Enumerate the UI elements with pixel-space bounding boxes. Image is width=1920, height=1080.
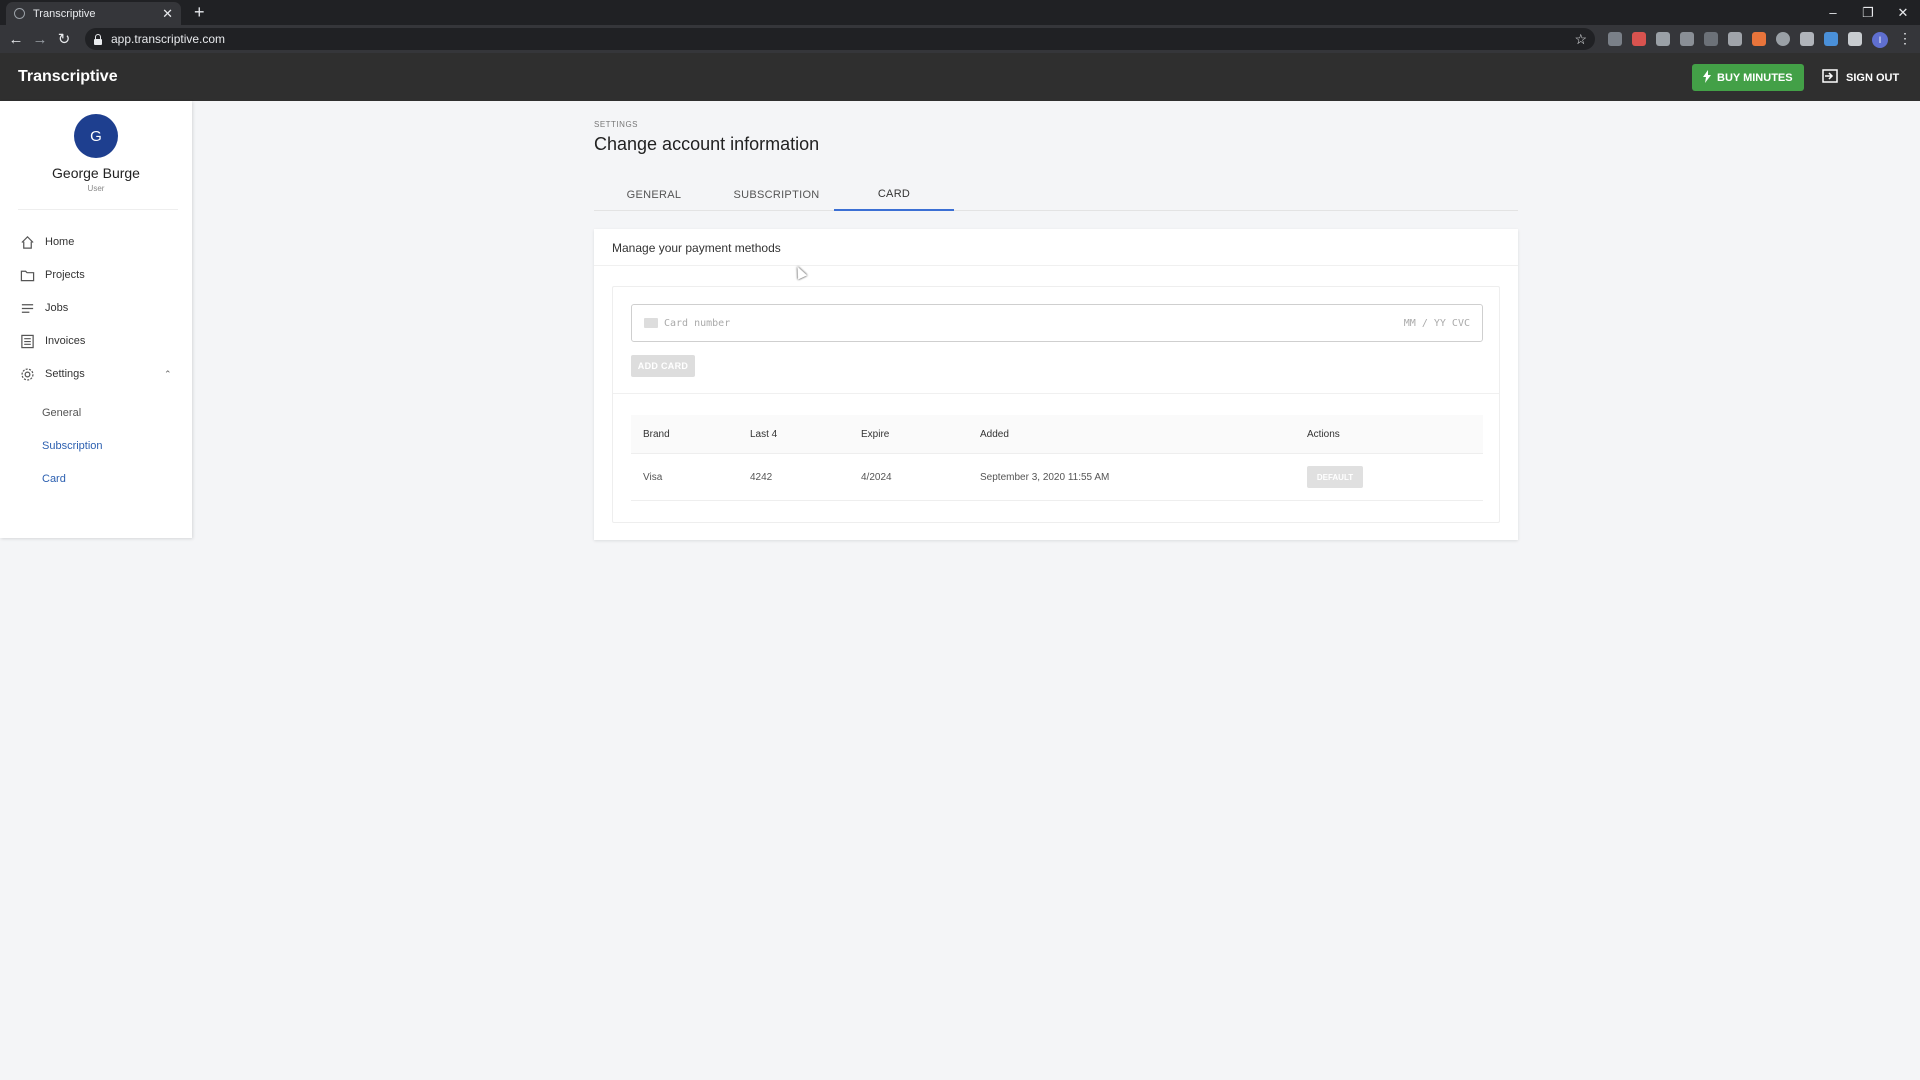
app-brand[interactable]: Transcriptive	[18, 68, 118, 86]
cloud-extension-icon[interactable]	[1704, 32, 1718, 46]
browser-toolbar: ← → ↻ app.transcriptive.com ☆	[0, 25, 1920, 53]
new-tab-button[interactable]: +	[194, 2, 205, 22]
browser-tab-strip: Transcriptive ✕ + – ❐ ✕	[0, 0, 1920, 25]
close-window-icon[interactable]: ✕	[1888, 0, 1918, 25]
page-title: Change account information	[594, 134, 820, 154]
sign-out-icon	[1822, 69, 1838, 86]
minimize-icon[interactable]: –	[1818, 0, 1848, 25]
sidebar-item-label: Settings	[45, 368, 85, 380]
column-last4: Last 4	[750, 428, 778, 440]
address-bar[interactable]: app.transcriptive.com ☆	[85, 28, 1595, 50]
sidebar-item-settings[interactable]: Settings	[20, 365, 85, 383]
sidebar-item-label: Invoices	[45, 335, 86, 347]
sidebar-subitem-card[interactable]: Card	[42, 473, 66, 485]
shield-extension-icon[interactable]	[1608, 32, 1622, 46]
card-section-title: Manage your payment methods	[612, 241, 781, 255]
settings-tabs: GENERAL SUBSCRIPTION CARD	[594, 178, 1518, 211]
gear-icon	[21, 367, 34, 381]
sidebar-item-home[interactable]: Home	[20, 233, 74, 251]
sidebar-subitem-subscription[interactable]: Subscription	[42, 440, 103, 452]
table-header: Brand Last 4 Expire Added Actions	[631, 415, 1483, 454]
sidebar-item-label: Jobs	[45, 302, 69, 314]
tag-extension-icon[interactable]	[1728, 32, 1742, 46]
cell-brand: Visa	[643, 471, 663, 483]
bookmark-star-icon[interactable]: ☆	[1574, 31, 1595, 48]
cell-last4: 4242	[750, 471, 773, 483]
panel-divider	[613, 393, 1499, 394]
profile-avatar[interactable]: I	[1872, 32, 1888, 48]
folder-icon	[20, 270, 35, 281]
circle-extension-icon[interactable]	[1776, 32, 1790, 46]
browser-menu-icon[interactable]: ⋮	[1898, 30, 1912, 47]
buy-minutes-button[interactable]: BUY MINUTES	[1692, 64, 1804, 91]
column-actions: Actions	[1307, 428, 1340, 440]
column-brand: Brand	[643, 428, 670, 440]
sidebar: G George Burge User Home Projects Jobs I…	[0, 101, 192, 538]
default-button[interactable]: DEFAULT	[1307, 466, 1363, 488]
cell-actions: DEFAULT	[1307, 454, 1363, 500]
sidebar-item-invoices[interactable]: Invoices	[20, 332, 85, 350]
forward-icon[interactable]: →	[30, 29, 50, 49]
sidebar-item-label: Projects	[45, 269, 85, 281]
cell-expire: 4/2024	[861, 471, 892, 483]
cell-added: September 3, 2020 11:55 AM	[980, 471, 1110, 483]
pen-extension-icon[interactable]	[1752, 32, 1766, 46]
reload-icon[interactable]: ↻	[54, 29, 74, 49]
sign-out-label: SIGN OUT	[1846, 71, 1900, 84]
credit-card-icon	[644, 318, 658, 328]
user-role: User	[87, 184, 105, 193]
close-tab-icon[interactable]: ✕	[162, 7, 173, 20]
list-icon	[21, 303, 34, 313]
back-icon[interactable]: ←	[6, 29, 26, 49]
browser-tab[interactable]: Transcriptive ✕	[6, 2, 181, 25]
audio-extension-icon[interactable]	[1824, 32, 1838, 46]
tab-subscription[interactable]: SUBSCRIPTION	[714, 178, 839, 211]
avatar: G	[74, 114, 118, 158]
lock-icon	[93, 33, 103, 45]
puzzle-extensions-icon[interactable]	[1848, 32, 1862, 46]
payment-methods-card: Manage your payment methods Card number …	[594, 229, 1518, 540]
app-header: Transcriptive BUY MINUTES SIGN OUT	[0, 53, 1920, 101]
card-number-placeholder: Card number	[664, 317, 731, 329]
sidebar-item-label: Home	[45, 236, 75, 248]
url-text: app.transcriptive.com	[111, 32, 226, 46]
chevron-up-icon[interactable]: ⌃	[164, 369, 172, 380]
globe-icon	[14, 8, 25, 19]
column-expire: Expire	[861, 428, 890, 440]
expiry-cvc-placeholder: MM / YY CVC	[1403, 317, 1470, 329]
red-extension-icon[interactable]	[1632, 32, 1646, 46]
buy-minutes-label: BUY MINUTES	[1717, 71, 1793, 84]
sidebar-item-jobs[interactable]: Jobs	[20, 299, 68, 317]
invoice-icon	[21, 334, 34, 348]
breadcrumb: SETTINGS	[594, 120, 639, 129]
payment-methods-panel: Card number MM / YY CVC ADD CARD Brand L…	[612, 286, 1500, 523]
browser-tab-title: Transcriptive	[33, 7, 96, 20]
sidebar-subitem-general[interactable]: General	[42, 407, 81, 419]
lightning-icon	[1703, 69, 1711, 86]
card-number-input[interactable]: Card number MM / YY CVC	[631, 304, 1483, 342]
leaf-extension-icon[interactable]	[1680, 32, 1694, 46]
add-card-button[interactable]: ADD CARD	[631, 355, 695, 377]
mail-extension-icon[interactable]	[1656, 32, 1670, 46]
sidebar-item-projects[interactable]: Projects	[20, 266, 85, 284]
tab-card[interactable]: CARD	[834, 178, 954, 211]
home-icon	[21, 235, 34, 249]
tab-general[interactable]: GENERAL	[594, 178, 714, 211]
sidebar-divider	[18, 209, 178, 210]
table-row: Visa 4242 4/2024 September 3, 2020 11:55…	[631, 454, 1483, 501]
user-name: George Burge	[52, 165, 140, 181]
column-added: Added	[980, 428, 1009, 440]
window-extension-icon[interactable]	[1800, 32, 1814, 46]
sign-out-button[interactable]: SIGN OUT	[1822, 64, 1899, 91]
card-divider	[594, 265, 1518, 266]
restore-icon[interactable]: ❐	[1853, 0, 1883, 25]
